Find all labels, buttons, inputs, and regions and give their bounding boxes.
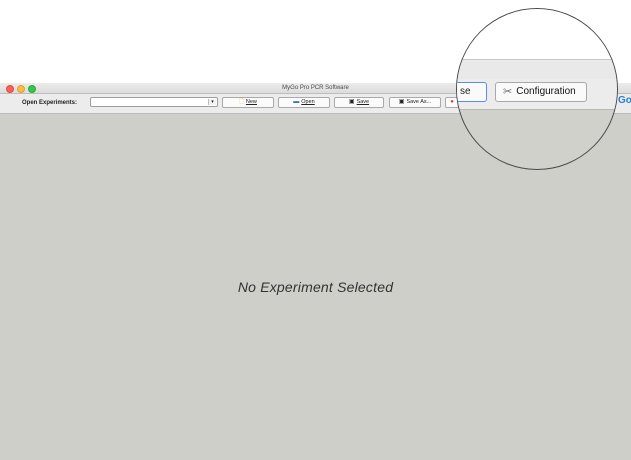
save-as-button-label: Save As... [406,99,432,105]
open-experiments-label: Open Experiments: [22,100,78,106]
magnifier-background [457,9,617,59]
configuration-button-label: Configuration [516,86,576,97]
open-button[interactable]: ▬ Open [278,97,330,108]
empty-state-message: No Experiment Selected [237,279,394,295]
save-as-button[interactable]: ▣ Save As... [389,97,441,108]
open-button-label: Open [301,99,315,105]
open-experiments-dropdown[interactable]: ▾ [90,97,218,107]
close-icon: ● [450,99,454,105]
magnified-close-label: se [460,86,471,97]
magnified-close-button[interactable]: se [457,82,487,102]
save-as-icon: ▣ [398,99,405,105]
new-button-label: New [245,99,257,105]
magnifier-titlebar [457,59,617,80]
wrench-screwdriver-icon: ✂ [503,86,513,98]
new-file-icon: 🗋 [239,99,244,105]
magnifier-callout: se ✂ Configuration [456,8,618,170]
magnifier-toolbar: se ✂ Configuration [457,79,617,110]
dropdown-arrow-icon[interactable]: ▾ [208,99,216,105]
mygo-logo: Go [618,95,631,106]
new-button[interactable]: 🗋 New [222,97,274,108]
save-button[interactable]: ▣ Save [334,97,384,108]
save-icon: ▣ [348,99,355,105]
folder-icon: ▬ [293,99,300,105]
save-button-label: Save [356,99,370,105]
configuration-button[interactable]: ✂ Configuration [495,82,587,102]
